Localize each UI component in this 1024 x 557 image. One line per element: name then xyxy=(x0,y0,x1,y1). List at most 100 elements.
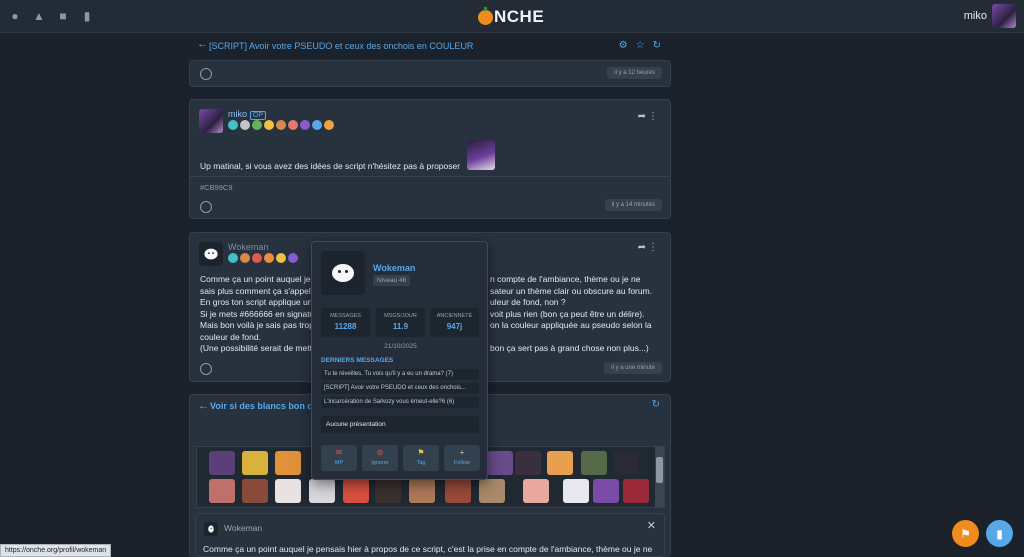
badge-icon xyxy=(276,253,286,263)
last-message-item[interactable]: Tu te réveilles. Tu vois qu'il y a eu un… xyxy=(321,369,479,380)
sticker[interactable] xyxy=(547,451,573,475)
post-text-line: voit plus rien (bon ça peut être un déli… xyxy=(490,308,645,319)
sticker[interactable] xyxy=(487,451,513,475)
sticker[interactable] xyxy=(275,451,301,475)
logo-text: NCHE xyxy=(494,7,545,26)
post-author[interactable]: Wokeman xyxy=(228,242,268,252)
user-menu[interactable]: miko xyxy=(964,4,1016,28)
sticker[interactable] xyxy=(515,451,541,475)
badge-icon xyxy=(288,120,298,130)
post-time: il y a une minute xyxy=(604,362,662,374)
share-icon[interactable]: ➦ xyxy=(638,242,646,253)
mp-button[interactable]: ✉ MP xyxy=(321,445,357,471)
sticker[interactable] xyxy=(343,479,369,503)
top-left-icons: ● ▲ ■ ▮ xyxy=(8,9,94,23)
sticker[interactable] xyxy=(523,479,549,503)
sticker[interactable] xyxy=(613,451,639,475)
topic-header: ← [SCRIPT] Avoir votre PSEUDO et ceux de… xyxy=(189,36,671,56)
sticker[interactable] xyxy=(409,479,435,503)
last-message-item[interactable]: [SCRIPT] Avoir votre PSEUDO et ceux des … xyxy=(321,383,479,394)
action-label: Tag xyxy=(416,460,426,466)
emoji-icon[interactable] xyxy=(200,363,212,375)
post-author[interactable]: miko OP xyxy=(228,109,267,120)
join-date: 21/10/2025 xyxy=(384,343,417,350)
level-badge: Niveau 46 xyxy=(373,275,411,286)
mail-icon: ✉ xyxy=(335,448,343,457)
post-text-line: couleur de fond. xyxy=(200,331,261,342)
sticker[interactable] xyxy=(242,451,268,475)
more-options-icon[interactable]: ⋮ xyxy=(648,242,658,253)
presentation-box: Aucune présentation xyxy=(321,416,479,433)
stat-value: 947j xyxy=(446,322,463,331)
sticker[interactable] xyxy=(209,479,235,503)
tag-icon: ⚑ xyxy=(417,448,425,457)
sticker[interactable] xyxy=(209,451,235,475)
robot-icon[interactable]: ■ xyxy=(56,9,70,23)
badge-icon xyxy=(264,120,274,130)
post-card: il y a 12 heures xyxy=(189,60,671,87)
back-arrow-icon[interactable]: ← xyxy=(198,400,209,412)
sticker[interactable] xyxy=(275,479,301,503)
sticker[interactable] xyxy=(445,479,471,503)
more-options-icon[interactable]: ⋮ xyxy=(648,111,658,122)
star-icon[interactable]: ☆ xyxy=(636,40,645,51)
scrollbar-thumb[interactable] xyxy=(656,457,663,483)
close-icon[interactable]: ✕ xyxy=(647,519,656,532)
badge-icon xyxy=(288,253,298,263)
sticker[interactable] xyxy=(309,479,335,503)
action-label: Follow xyxy=(454,460,470,466)
stat-label: MESSAGES xyxy=(330,313,361,319)
author-name: miko xyxy=(228,109,248,119)
scrollbar[interactable] xyxy=(655,447,664,507)
post-text: Up matinal, si vous avez des idées de sc… xyxy=(200,161,461,171)
last-message-item[interactable]: L'incarcération de Sarkozy vous émeut-el… xyxy=(321,397,479,408)
badge-row xyxy=(228,253,298,263)
sticker[interactable] xyxy=(479,479,505,503)
post-text-line: bon ça sert pas à grand chose non plus..… xyxy=(490,343,649,353)
badge-icon xyxy=(264,253,274,263)
badge-icon xyxy=(228,120,238,130)
sticker[interactable] xyxy=(623,479,649,503)
site-logo[interactable]: NCHE xyxy=(478,6,545,27)
username: miko xyxy=(963,10,987,22)
tag-fab-button[interactable]: ⚑ xyxy=(952,520,979,547)
refresh-icon[interactable]: ↻ xyxy=(652,399,660,410)
sticker[interactable] xyxy=(375,479,401,503)
sticker[interactable] xyxy=(242,479,268,503)
stat-value: 11288 xyxy=(334,322,357,331)
post-card: miko OP ➦ ⋮ Up matinal, si vous avez des … xyxy=(189,99,671,219)
avatar[interactable] xyxy=(199,242,223,266)
tag-button[interactable]: ⚑ Tag xyxy=(403,445,439,471)
profile-popup: Wokeman Niveau 46 MESSAGES 11288 MSGS/JO… xyxy=(311,241,488,480)
status-url: https://onche.org/profil/wokeman xyxy=(0,544,112,557)
sticker-image xyxy=(467,140,495,170)
trash-fab-button[interactable]: ▮ xyxy=(986,520,1013,547)
profile-name[interactable]: Wokeman xyxy=(373,263,415,273)
post-time: il y a 14 minutes xyxy=(604,199,662,211)
badge-icon xyxy=(324,120,334,130)
share-icon[interactable]: ➦ xyxy=(638,111,646,122)
reply-text: Comme ça un point auquel je pensais hier… xyxy=(203,544,653,554)
pumpkin-icon xyxy=(478,6,493,25)
stat-label: MSGS/JOUR xyxy=(384,313,417,319)
emoji-icon[interactable] xyxy=(200,68,212,80)
post-text-line: on la couleur appliquée au pseudo selon … xyxy=(490,320,652,330)
refresh-icon[interactable]: ↻ xyxy=(653,40,661,51)
action-label: Ignorer xyxy=(371,460,389,466)
emoji-icon[interactable] xyxy=(200,201,212,213)
sticker[interactable] xyxy=(581,451,607,475)
sticker[interactable] xyxy=(593,479,619,503)
badge-row xyxy=(228,120,334,130)
post-signature: #CB99C9 xyxy=(200,183,233,192)
gear-icon[interactable]: ⚙ xyxy=(619,40,628,51)
lightbulb-icon[interactable]: ● xyxy=(8,9,22,23)
back-arrow-icon[interactable]: ← xyxy=(197,38,208,50)
topic-title[interactable]: Voir si des blancs bon délir xyxy=(210,401,326,411)
follow-button[interactable]: + Follow xyxy=(444,445,480,471)
sticker[interactable] xyxy=(563,479,589,503)
ignore-button[interactable]: ⊘ Ignorer xyxy=(362,445,398,471)
trash-icon[interactable]: ▮ xyxy=(80,9,94,23)
stat-msgs-per-day: MSGS/JOUR 11.9 xyxy=(376,308,425,337)
avatar[interactable] xyxy=(199,109,223,133)
bell-icon[interactable]: ▲ xyxy=(32,9,46,23)
